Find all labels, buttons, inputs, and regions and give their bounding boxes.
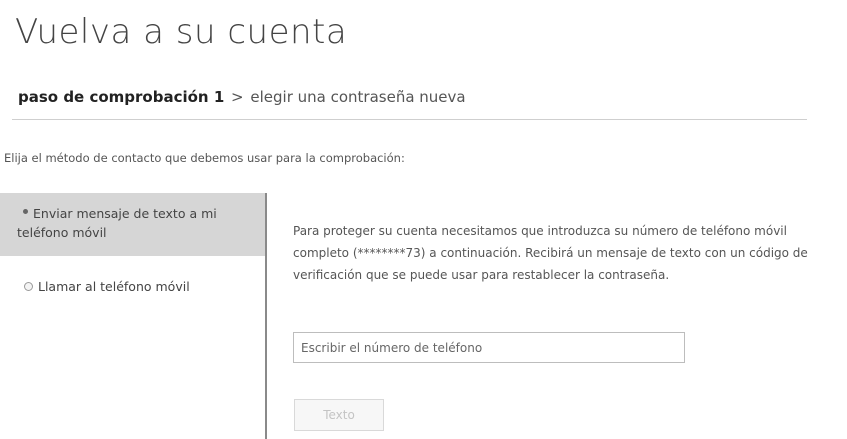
panel-divider: [265, 193, 267, 439]
breadcrumb-separator: >: [231, 88, 244, 106]
breadcrumb: paso de comprobación 1 > elegir una cont…: [18, 88, 466, 106]
header-divider: [12, 119, 807, 120]
breadcrumb-current-step: paso de comprobación 1: [18, 88, 225, 106]
radio-unselected-icon[interactable]: [24, 282, 33, 291]
radio-selected-icon[interactable]: [23, 209, 28, 214]
option-call-phone-label: Llamar al teléfono móvil: [38, 279, 190, 294]
option-call-phone[interactable]: Llamar al teléfono móvil: [0, 277, 265, 301]
contact-method-list: Enviar mensaje de texto a mi teléfono mó…: [0, 193, 265, 439]
contact-method-instruction: Elija el método de contacto que debemos …: [4, 151, 405, 165]
option-send-text-label: Enviar mensaje de texto a mi teléfono mó…: [17, 206, 217, 240]
phone-number-input[interactable]: [293, 332, 685, 363]
recover-account-page: Vuelva a su cuenta paso de comprobación …: [0, 0, 847, 439]
verification-description: Para proteger su cuenta necesitamos que …: [293, 224, 808, 282]
send-text-button[interactable]: Texto: [294, 399, 384, 431]
option-send-text[interactable]: Enviar mensaje de texto a mi teléfono mó…: [0, 193, 265, 256]
breadcrumb-next-step: elegir una contraseña nueva: [250, 88, 466, 106]
page-title: Vuelva a su cuenta: [15, 12, 348, 52]
